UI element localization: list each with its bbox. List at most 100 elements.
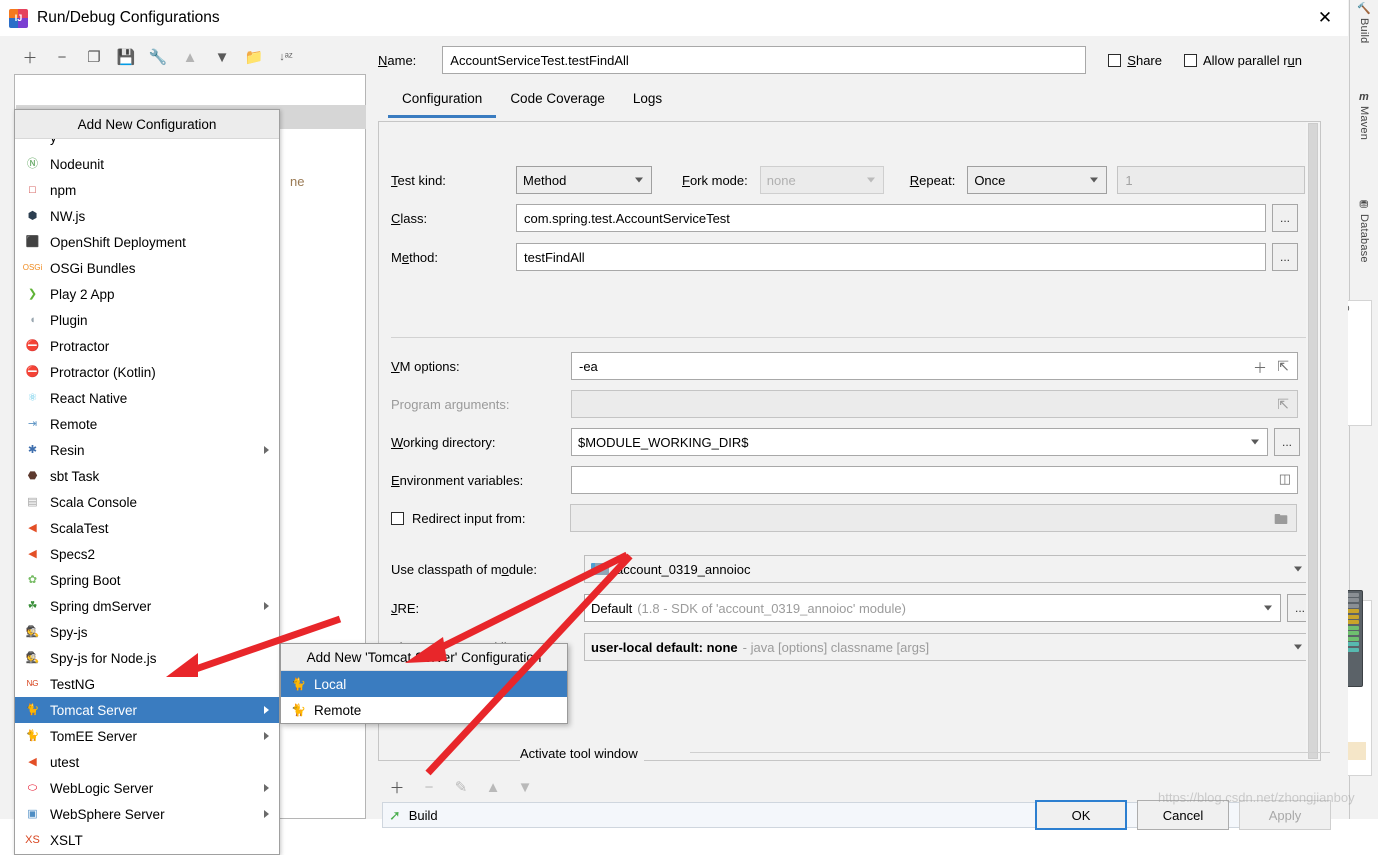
list-item[interactable]: ⛔ Protractor xyxy=(15,333,279,359)
remove-configuration-button[interactable]: − xyxy=(46,43,78,71)
move-up-button[interactable]: ▲ xyxy=(174,43,206,71)
list-item[interactable]: OSGi OSGi Bundles xyxy=(15,255,279,281)
list-item[interactable]: ⬣ sbt Task xyxy=(15,463,279,489)
folder-icon[interactable]: 🖿 xyxy=(1274,509,1288,533)
list-item-label: Spring Boot xyxy=(50,572,121,588)
list-item-label: Resin xyxy=(50,442,85,458)
move-task-up-button[interactable]: ▲ xyxy=(478,774,508,800)
form-scrollbar-thumb[interactable] xyxy=(1308,123,1318,759)
environment-variables-input[interactable]: ◫ xyxy=(571,466,1298,494)
edit-task-button[interactable]: ✎ xyxy=(446,774,476,800)
tool-window-maven[interactable]: m Maven xyxy=(1352,92,1376,170)
list-item-label: Specs2 xyxy=(50,546,96,562)
tab-configuration[interactable]: Configuration xyxy=(388,85,497,118)
list-item[interactable]: ⬭ WebLogic Server xyxy=(15,775,279,801)
tool-window-build[interactable]: 🔨 Build xyxy=(1352,4,1376,60)
program-arguments-input[interactable]: ⇱ xyxy=(571,390,1298,418)
list-item[interactable]: ◀ ScalaTest xyxy=(15,515,279,541)
list-item[interactable]: ✱ Resin xyxy=(15,437,279,463)
working-directory-select[interactable]: $MODULE_WORKING_DIR$ xyxy=(571,428,1268,456)
redirect-input-field[interactable]: 🖿 xyxy=(570,504,1297,532)
tab-code-coverage[interactable]: Code Coverage xyxy=(496,85,619,118)
list-item[interactable]: ⚛ React Native xyxy=(15,385,279,411)
jre-select[interactable]: Default (1.8 - SDK of 'account_0319_anno… xyxy=(584,594,1281,622)
tool-window-maven-label: Maven xyxy=(1358,106,1370,141)
test-kind-select[interactable]: Method xyxy=(516,166,652,194)
list-item[interactable]: XS XSLT xyxy=(15,827,279,853)
remove-task-button[interactable]: − xyxy=(414,774,444,800)
list-item[interactable]: N̵G TestNG xyxy=(15,671,279,697)
working-directory-value: $MODULE_WORKING_DIR$ xyxy=(578,434,749,450)
context-menu-item-local[interactable]: 🐈 Local xyxy=(281,671,567,697)
share-checkbox-box[interactable] xyxy=(1108,53,1122,67)
share-checkbox[interactable]: Share xyxy=(1108,53,1162,68)
before-launch-separator xyxy=(690,752,1330,753)
list-item[interactable]: ❯ Play 2 App xyxy=(15,281,279,307)
tab-logs[interactable]: Logs xyxy=(619,85,676,118)
repeat-count-input[interactable]: 1 xyxy=(1117,166,1306,194)
repeat-select[interactable]: Once xyxy=(967,166,1108,194)
move-down-button[interactable]: ▼ xyxy=(206,43,238,71)
edit-list-icon[interactable]: ◫ xyxy=(1279,471,1291,487)
list-item[interactable]: 🕵 Spy-js for Node.js xyxy=(15,645,279,671)
list-item[interactable]: 🐈 Tomcat Server xyxy=(15,697,279,723)
list-item[interactable]: ⬢ NW.js xyxy=(15,203,279,229)
allow-parallel-run-label: Allow parallel run xyxy=(1203,52,1303,68)
add-new-configuration-header: Add New Configuration xyxy=(15,110,279,139)
edit-templates-button[interactable]: 🔧 xyxy=(142,43,174,71)
add-task-button[interactable]: ＋ xyxy=(382,774,412,800)
context-menu-item-remote[interactable]: 🐈 Remote xyxy=(281,697,567,723)
method-browse-button[interactable]: ... xyxy=(1272,243,1298,271)
tool-window-database[interactable]: ⛃ Database xyxy=(1352,200,1376,292)
list-item[interactable]: ⇥ Remote xyxy=(15,411,279,437)
method-input[interactable]: testFindAll xyxy=(516,243,1266,271)
submenu-chevron-icon xyxy=(264,732,269,740)
list-item[interactable]: ▤ Scala Console xyxy=(15,489,279,515)
list-item[interactable]: ⛔ Protractor (Kotlin) xyxy=(15,359,279,385)
working-directory-browse-button[interactable]: ... xyxy=(1274,428,1300,456)
sort-alphabetically-button[interactable]: ↓ᵃᶻ xyxy=(270,43,302,71)
copy-configuration-button[interactable]: ❐ xyxy=(78,43,110,71)
list-item[interactable]: □ npm xyxy=(15,177,279,203)
jre-value: Default xyxy=(591,600,633,616)
expand-editor-icon[interactable]: ⇱ xyxy=(1277,396,1289,413)
redirect-input-checkbox[interactable] xyxy=(391,511,404,525)
list-item-clipped[interactable]: ✓ y xyxy=(15,139,279,151)
class-browse-button[interactable]: ... xyxy=(1272,204,1298,232)
list-item[interactable]: ☘ Spring dmServer xyxy=(15,593,279,619)
list-item[interactable]: ✿ Spring Boot xyxy=(15,567,279,593)
save-configuration-button[interactable]: 💾 xyxy=(110,43,142,71)
list-item[interactable]: ⬛ OpenShift Deployment xyxy=(15,229,279,255)
move-task-down-button[interactable]: ▼ xyxy=(510,774,540,800)
list-item-label: utest xyxy=(50,754,80,770)
list-item[interactable]: 🕵 Spy-js xyxy=(15,619,279,645)
list-item-label: ScalaTest xyxy=(50,520,109,536)
add-macro-icon[interactable]: ＋ xyxy=(1253,358,1267,378)
list-item[interactable]: ▣ WebSphere Server xyxy=(15,801,279,827)
list-item-label: Nodeunit xyxy=(50,156,105,172)
list-item[interactable]: 🐈 TomEE Server xyxy=(15,723,279,749)
list-item[interactable]: ◀ Specs2 xyxy=(15,541,279,567)
submenu-chevron-icon xyxy=(264,602,269,610)
name-input[interactable] xyxy=(442,46,1087,74)
list-item[interactable]: ◖ Plugin xyxy=(15,307,279,333)
chevron-down-icon xyxy=(1090,177,1099,183)
allow-parallel-run-checkbox-box[interactable] xyxy=(1184,53,1197,67)
shorten-command-line-select[interactable]: user-local default: none - java [options… xyxy=(584,633,1311,661)
list-item-label: TomEE Server xyxy=(50,728,138,744)
close-icon[interactable]: ✕ xyxy=(1302,0,1348,36)
fork-mode-select[interactable]: none xyxy=(759,166,884,194)
list-item[interactable]: ◀ utest xyxy=(15,749,279,775)
ok-button[interactable]: OK xyxy=(1035,800,1127,830)
repeat-count-value: 1 xyxy=(1125,172,1133,188)
add-configuration-button[interactable]: ＋ xyxy=(14,43,46,71)
vm-options-input[interactable]: -ea ＋ ⇱ xyxy=(571,352,1298,380)
use-classpath-select[interactable]: account_0319_annoioc xyxy=(584,555,1311,583)
sbt-icon: ⬣ xyxy=(27,469,38,482)
form-scrollbar-track[interactable] xyxy=(1306,122,1320,760)
create-folder-button[interactable]: 📁 xyxy=(238,43,270,71)
allow-parallel-run-checkbox[interactable]: Allow parallel run xyxy=(1184,53,1302,68)
list-item[interactable]: Ⓝ Nodeunit xyxy=(15,151,279,177)
class-input[interactable]: com.spring.test.AccountServiceTest xyxy=(516,204,1266,232)
expand-editor-icon[interactable]: ⇱ xyxy=(1277,358,1289,375)
